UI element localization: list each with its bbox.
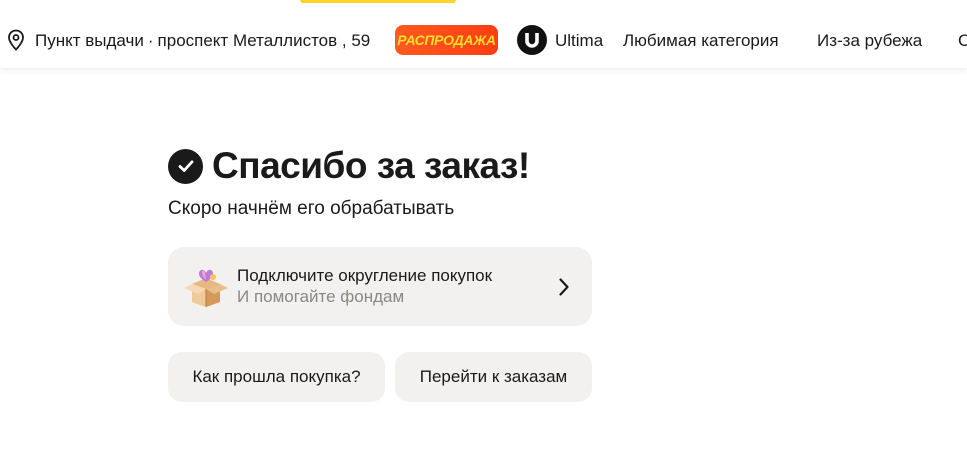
nav-link-favorite-category[interactable]: Любимая категория <box>623 31 779 51</box>
pickup-point-selector[interactable]: Пункт выдачи · проспект Металлистов , 59 <box>35 31 370 51</box>
page-title: Спасибо за заказ! <box>212 145 530 186</box>
promo-subtitle: И помогайте фондам <box>237 287 405 306</box>
location-pin-icon[interactable] <box>6 29 26 51</box>
header-accent-strip <box>300 0 456 3</box>
sale-badge-link[interactable]: РАСПРОДАЖА <box>395 25 498 55</box>
pickup-separator: · <box>147 31 154 50</box>
page-subtitle: Скоро начнём его обрабатывать <box>168 198 455 219</box>
nav-link-from-abroad[interactable]: Из-за рубежа <box>817 31 922 51</box>
confirmation-heading: Спасибо за заказ! <box>168 145 530 187</box>
pickup-label: Пункт выдачи <box>35 31 144 50</box>
nav-link-ultima[interactable]: Ultima <box>555 31 603 51</box>
nav-link-cut-off[interactable]: С <box>958 31 967 51</box>
header-nav: Пункт выдачи · проспект Металлистов , 59 Р… <box>0 24 967 56</box>
check-circle-icon <box>168 148 203 184</box>
pickup-address: проспект Металлистов , 59 <box>157 31 371 50</box>
sale-badge-label: РАСПРОДАЖА <box>397 32 496 48</box>
go-to-orders-button[interactable]: Перейти к заказам <box>395 352 592 402</box>
ultima-u-glyph <box>525 33 539 48</box>
header-bar: Пункт выдачи · проспект Металлистов , 59 Р… <box>0 0 967 68</box>
chevron-right-icon <box>559 278 569 296</box>
order-confirmation-page: Пункт выдачи · проспект Металлистов , 59 Р… <box>0 0 967 453</box>
gift-box-icon <box>184 269 228 307</box>
how-was-purchase-button[interactable]: Как прошла покупка? <box>168 352 385 402</box>
round-up-promo-card[interactable]: Подключите округление покупок И помогайт… <box>168 247 592 326</box>
promo-title: Подключите округление покупок <box>237 266 493 285</box>
ultima-logo-icon[interactable] <box>517 25 547 55</box>
